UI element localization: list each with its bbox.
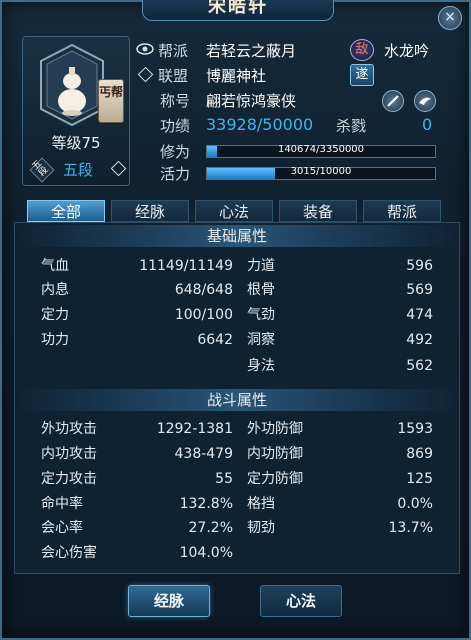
window-title: 宋皓轩 <box>142 0 334 21</box>
title-options-button[interactable] <box>414 90 436 112</box>
attr-name: 内功防御 <box>247 446 303 462</box>
eye-icon <box>136 43 154 55</box>
tab-guild[interactable]: 帮派 <box>363 200 441 222</box>
attr-name: 会心率 <box>41 520 83 536</box>
attr-name: 外功防御 <box>247 421 303 437</box>
attr-value: 648/648 <box>174 282 233 298</box>
merit-row: 功绩 33928/50000 杀戮 0 <box>136 114 446 136</box>
rank-badge-text: 五段 <box>30 158 51 179</box>
tab-bar: 全部 经脉 心法 装备 帮派 <box>27 200 442 222</box>
alliance-value: 博麗神社 <box>206 67 267 85</box>
edit-title-button[interactable] <box>382 90 404 112</box>
attr-value: 1593 <box>397 421 433 437</box>
attr-value: 100/100 <box>174 307 233 323</box>
attr-name: 洞察 <box>247 332 275 348</box>
attribute-panel: 基础属性 气血 11149/11149 内息 648/648 定力 100/10… <box>14 222 460 574</box>
rank-row: 五段 五段 <box>29 157 127 183</box>
tab-mind[interactable]: 心法 <box>195 200 273 222</box>
attr-value: 55 <box>215 471 233 487</box>
attr-value: 474 <box>406 307 433 323</box>
basic-attributes-header: 基础属性 <box>16 225 458 247</box>
attr-value: 562 <box>406 358 433 374</box>
enemy-badge-icon: 敌 <box>350 39 374 61</box>
attr-value: 569 <box>406 282 433 298</box>
attr-name: 定力 <box>41 307 69 323</box>
title-value: 翩若惊鸿豪侠 <box>206 92 297 110</box>
attr-name: 功力 <box>41 332 69 348</box>
guild-value: 若轻云之蔽月 <box>206 42 297 60</box>
cultivation-label: 修为 <box>160 143 191 161</box>
alliance-row: 联盟 博麗神社 遂 <box>136 64 446 86</box>
attr-value: 27.2% <box>188 520 233 536</box>
attr-value: 492 <box>406 332 433 348</box>
attr-name: 根骨 <box>247 282 275 298</box>
attr-value: 596 <box>406 258 433 274</box>
rank-text: 五段 <box>63 161 94 179</box>
title-row: 称号 翩若惊鸿豪侠 <box>136 89 446 112</box>
attr-name: 内功攻击 <box>41 446 97 462</box>
attr-value: 11149/11149 <box>139 258 233 274</box>
attr-name: 身法 <box>247 358 275 374</box>
attr-value: 13.7% <box>388 520 433 536</box>
vitality-label: 活力 <box>160 165 191 183</box>
character-info-window: 宋皓轩 × 丐帮 等级75 五段 五段 帮派 若轻云之蔽月 敌 水龙吟 联盟 博… <box>0 0 471 640</box>
guild-label: 帮派 <box>158 42 189 60</box>
kill-label: 杀戮 <box>336 117 367 135</box>
attr-name: 气劲 <box>247 307 275 323</box>
mind-button[interactable]: 心法 <box>260 585 342 617</box>
wing-icon <box>419 97 431 105</box>
attr-name: 外功攻击 <box>41 421 97 437</box>
diamond-icon <box>110 160 127 177</box>
vitality-bar: 3015/10000 <box>206 166 436 180</box>
tab-meridian[interactable]: 经脉 <box>111 200 189 222</box>
attr-name: 韧劲 <box>247 520 275 536</box>
attr-value: 0.0% <box>397 496 433 512</box>
portrait-panel: 丐帮 等级75 五段 五段 <box>22 36 130 186</box>
close-button[interactable]: × <box>438 6 462 30</box>
meridian-button[interactable]: 经脉 <box>128 585 210 617</box>
attr-name: 格挡 <box>247 496 275 512</box>
attr-name: 会心伤害 <box>41 545 97 561</box>
cultivation-bar: 140674/3350000 <box>206 144 436 158</box>
sect-badge: 丐帮 <box>98 79 124 123</box>
close-icon: × <box>444 9 456 25</box>
tab-all[interactable]: 全部 <box>27 200 105 222</box>
title-label: 称号 <box>160 92 191 110</box>
attr-name: 内息 <box>41 282 69 298</box>
merit-value: 33928/50000 <box>206 115 314 134</box>
character-portrait-icon <box>40 43 104 127</box>
cultivation-text: 140674/3350000 <box>277 144 365 155</box>
attr-value: 132.8% <box>179 496 233 512</box>
attr-name: 气血 <box>41 258 69 274</box>
alliance-label: 联盟 <box>158 67 189 85</box>
attr-value: 125 <box>406 471 433 487</box>
pen-icon <box>387 95 399 107</box>
attr-value: 438-479 <box>174 446 234 462</box>
attr-value: 6642 <box>197 332 233 348</box>
attr-value: 104.0% <box>179 545 233 561</box>
diamond-icon <box>137 66 154 83</box>
vitality-text: 3015/10000 <box>290 166 352 177</box>
enemy-guild-value: 水龙吟 <box>384 42 430 60</box>
merit-label: 功绩 <box>160 117 191 135</box>
guild-row: 帮派 若轻云之蔽月 敌 水龙吟 <box>136 39 446 61</box>
kill-value: 0 <box>422 115 433 134</box>
tab-equipment[interactable]: 装备 <box>279 200 357 222</box>
attr-value: 869 <box>406 446 433 462</box>
alliance-badge-icon: 遂 <box>350 64 374 86</box>
combat-attributes-header: 战斗属性 <box>16 389 458 411</box>
attr-name: 命中率 <box>41 496 83 512</box>
level-label: 等级75 <box>51 134 101 152</box>
attr-value: 1292-1381 <box>156 421 233 437</box>
attr-name: 定力攻击 <box>41 471 97 487</box>
attr-name: 定力防御 <box>247 471 303 487</box>
attr-name: 力道 <box>247 258 275 274</box>
